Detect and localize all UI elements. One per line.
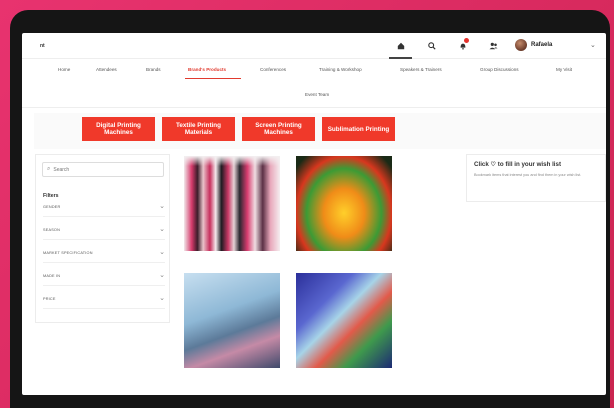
category-sublimation-printing[interactable]: Sublimation Printing — [322, 117, 395, 141]
nav-item-speakers-trainers[interactable]: Speakers & Trainers — [400, 67, 442, 72]
notification-badge — [464, 38, 469, 43]
filter-label: SEASON — [43, 228, 61, 232]
people-icon[interactable] — [478, 39, 509, 53]
bell-icon[interactable] — [447, 38, 478, 53]
filter-made-in[interactable]: MADE IN ⌄ — [43, 270, 165, 286]
nav-item-attendees[interactable]: Attendees — [96, 67, 117, 72]
nav-item-home[interactable]: Home — [58, 67, 70, 72]
category-screen-printing-machines[interactable]: Screen Printing Machines — [242, 117, 315, 141]
logo[interactable]: nt — [40, 43, 45, 49]
search-icon[interactable] — [416, 39, 447, 53]
nav-divider — [22, 107, 606, 108]
home-icon[interactable] — [385, 39, 416, 59]
category-digital-printing-machines[interactable]: Digital Printing Machines — [82, 117, 155, 141]
product-image-printed-mug[interactable] — [296, 273, 392, 368]
main-nav: Home Attendees Brands Brand's Products C… — [22, 67, 606, 81]
filters-title: Filters — [43, 193, 59, 199]
filter-market-specification[interactable]: MARKET SPECIFICATION ⌄ — [43, 247, 165, 263]
profile-menu[interactable]: Rafaela — [515, 39, 552, 51]
wishlist-description: Bookmark items that interest you and fin… — [474, 173, 582, 177]
nav-item-group-discussions[interactable]: Group Discussions — [480, 67, 519, 72]
active-tab-underline — [185, 78, 241, 79]
chevron-down-icon[interactable]: ⌄ — [159, 294, 165, 302]
search-icon: ⌕ — [47, 166, 51, 172]
search-placeholder: Search — [53, 166, 70, 173]
chevron-down-icon[interactable]: ⌄ — [590, 41, 596, 49]
nav-item-conferences[interactable]: Conferences — [260, 67, 286, 72]
product-image-printed-fabrics[interactable] — [184, 156, 280, 251]
nav-item-brands[interactable]: Brands — [146, 67, 161, 72]
filter-sidebar: ⌕ Search Filters GENDER ⌄ SEASON ⌄ MARKE… — [35, 154, 170, 323]
chevron-down-icon[interactable]: ⌄ — [159, 248, 165, 256]
profile-name[interactable]: Rafaela — [531, 42, 552, 48]
nav-item-my-visit[interactable]: My Visit — [556, 67, 572, 72]
wishlist-title: Click ♡ to fill in your wish list — [474, 161, 562, 168]
search-input[interactable]: ⌕ Search — [42, 162, 164, 177]
chevron-down-icon[interactable]: ⌄ — [159, 202, 165, 210]
chevron-down-icon[interactable]: ⌄ — [159, 271, 165, 279]
filter-season[interactable]: SEASON ⌄ — [43, 224, 165, 240]
category-textile-printing-materials[interactable]: Textile Printing Materials — [162, 117, 235, 141]
chevron-down-icon[interactable]: ⌄ — [159, 225, 165, 233]
product-image-printed-jacket[interactable] — [184, 273, 280, 368]
filter-gender[interactable]: GENDER ⌄ — [43, 201, 165, 217]
wishlist-hint: Click ♡ to fill in your wish list Bookma… — [466, 154, 606, 202]
category-buttons: Digital Printing Machines Textile Printi… — [22, 117, 606, 143]
nav-item-training-workshop[interactable]: Training & Workshop — [319, 67, 362, 72]
filter-label: GENDER — [43, 205, 61, 209]
app-screen: nt Rafaela ⌄ Home Attendees Brands Brand… — [22, 33, 606, 395]
top-bar: nt Rafaela ⌄ — [22, 33, 606, 59]
avatar[interactable] — [515, 39, 527, 51]
filter-price[interactable]: PRICE ⌄ — [43, 293, 165, 309]
filter-label: MARKET SPECIFICATION — [43, 251, 93, 255]
nav-item-event-team[interactable]: Event Team — [305, 92, 329, 97]
nav-item-brands-products[interactable]: Brand's Products — [188, 67, 226, 72]
filter-label: PRICE — [43, 297, 56, 301]
top-icons — [385, 38, 509, 59]
product-image-printed-helmet[interactable] — [296, 156, 392, 251]
filter-label: MADE IN — [43, 274, 61, 278]
